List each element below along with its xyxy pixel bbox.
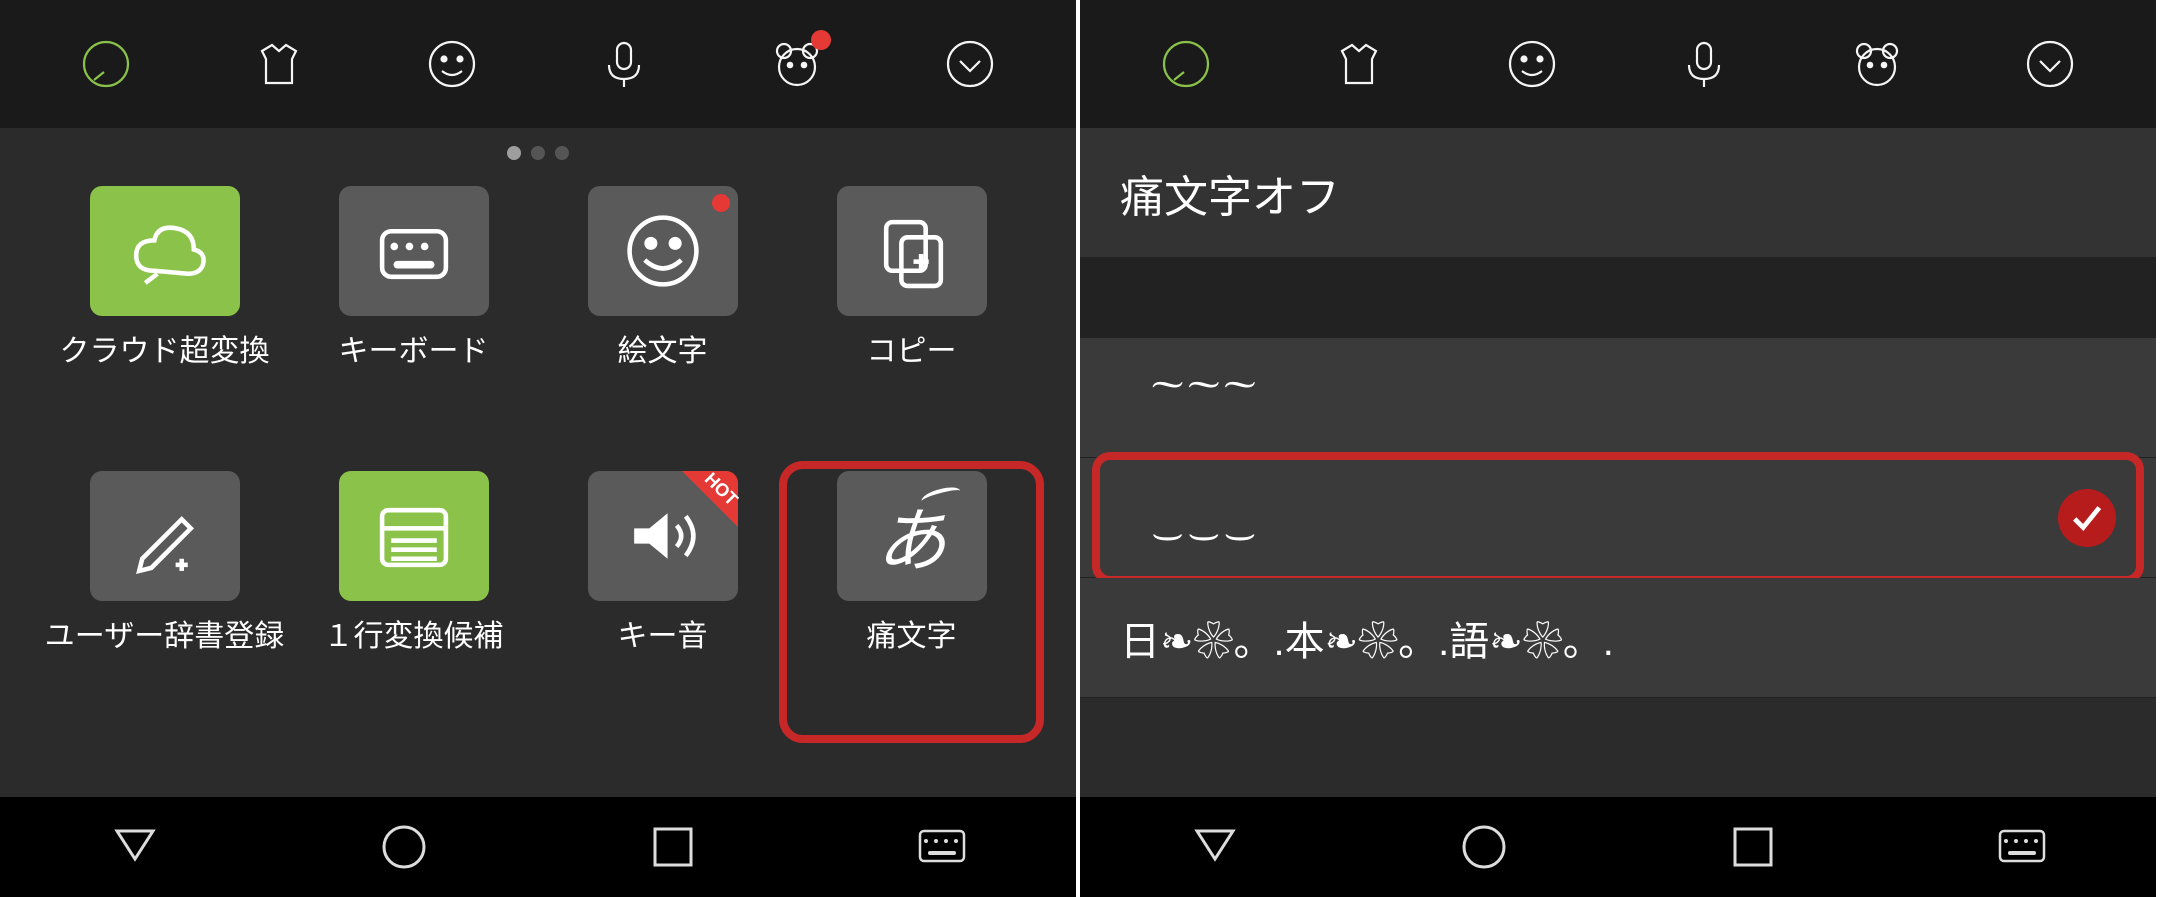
style-option-row[interactable]: 日͜本͜語͜ [1080,458,2156,578]
dict-label: ユーザー辞書登録 [45,611,284,655]
keyboard-label: キーボード [339,326,489,370]
grid-cell-cloud: クラウド超変換 [40,186,289,453]
style-option-label: 日❧❀。.本❧❀。.語❧❀。. [1120,609,1614,667]
emoji-tile[interactable] [588,186,738,316]
nav-back-icon[interactable] [1189,821,1241,873]
toolbar [1080,0,2156,128]
dict-tile[interactable] [90,471,240,601]
kb-icon [373,210,455,292]
itamoji-style-list: 痛文字オフ 日͠本͠語͠ 日͜本͜語͜ 日❧❀。.本❧❀。.語❧❀。. [1080,128,2156,797]
mic-icon[interactable] [592,32,656,96]
grid-cell-keyboard: キーボード [289,186,538,453]
nav-home-icon[interactable] [1458,821,1510,873]
page-indicator [0,128,1076,166]
settings-grid: クラウド超変換 キーボード 絵文字 コピーユーザー辞書登録 １行変換候補 HOT キー音 あ痛… [0,166,1076,797]
pencil-icon [124,495,206,577]
mic-icon[interactable] [1672,32,1736,96]
style-option-row[interactable]: 日❧❀。.本❧❀。.語❧❀。. [1080,578,2156,698]
nav-back-icon[interactable] [109,821,161,873]
cloud-tile[interactable] [90,186,240,316]
cloud-icon [124,210,206,292]
kbrows-icon [373,495,455,577]
notification-badge [811,30,831,50]
smile-icon [622,210,704,292]
copy-label: コピー [867,326,957,370]
style-option-label: 日͜本͜語͜ [1120,492,1229,543]
page-dot[interactable] [555,146,569,160]
style-option-label: 日͠本͠語͠ [1120,372,1229,423]
style-option-row[interactable]: 日͠本͠語͠ [1080,338,2156,458]
grid-cell-dict: ユーザー辞書登録 [40,471,289,738]
chat-icon[interactable] [74,32,138,96]
nav-home-icon[interactable] [378,821,430,873]
page-dot[interactable] [531,146,545,160]
settings-grid-panel: クラウド超変換 キーボード 絵文字 コピーユーザー辞書登録 １行変換候補 HOT キー音 あ痛… [0,128,1076,797]
check-icon [2058,489,2116,547]
cloud-label: クラウド超変換 [60,326,270,370]
chevron-icon[interactable] [2018,32,2082,96]
grid-cell-keysound: HOT キー音 [538,471,787,738]
bear-icon[interactable] [1845,32,1909,96]
android-navbar [0,797,1076,897]
chevron-icon[interactable] [938,32,1002,96]
face-icon[interactable] [420,32,484,96]
copy-icon [871,210,953,292]
screen-left: クラウド超変換 キーボード 絵文字 コピーユーザー辞書登録 １行変換候補 HOT キー音 あ痛… [0,0,1080,897]
candidate-tile[interactable] [339,471,489,601]
face-icon[interactable] [1500,32,1564,96]
list-spacer [1080,258,2156,338]
keysound-label: キー音 [618,611,708,655]
notification-badge [712,194,730,212]
nav-keyboard-icon[interactable] [916,821,968,873]
shirt-icon[interactable] [1327,32,1391,96]
grid-cell-itamoji: あ痛文字 [787,471,1036,738]
copy-tile[interactable] [837,186,987,316]
candidate-label: １行変換候補 [324,611,504,655]
keyboard-tile[interactable] [339,186,489,316]
android-navbar [1080,797,2156,897]
nav-recent-icon[interactable] [647,821,699,873]
grid-cell-candidate: １行変換候補 [289,471,538,738]
toolbar [0,0,1076,128]
emoji-label: 絵文字 [618,326,708,370]
nav-recent-icon[interactable] [1727,821,1779,873]
shirt-icon[interactable] [247,32,311,96]
itamoji-label: 痛文字 [867,611,957,655]
itamoji-tile[interactable]: あ [837,471,987,601]
grid-cell-copy: コピー [787,186,1036,453]
nav-keyboard-icon[interactable] [1996,821,2048,873]
itamoji-off-row[interactable]: 痛文字オフ [1080,128,2156,258]
screen-right: 痛文字オフ 日͠本͠語͠ 日͜本͜語͜ 日❧❀。.本❧❀。.語❧❀。. [1080,0,2160,897]
grid-cell-emoji: 絵文字 [538,186,787,453]
bear-icon[interactable] [765,32,829,96]
page-dot[interactable] [507,146,521,160]
itamoji-off-label: 痛文字オフ [1120,161,1340,225]
keysound-tile[interactable]: HOT [588,471,738,601]
chat-icon[interactable] [1154,32,1218,96]
